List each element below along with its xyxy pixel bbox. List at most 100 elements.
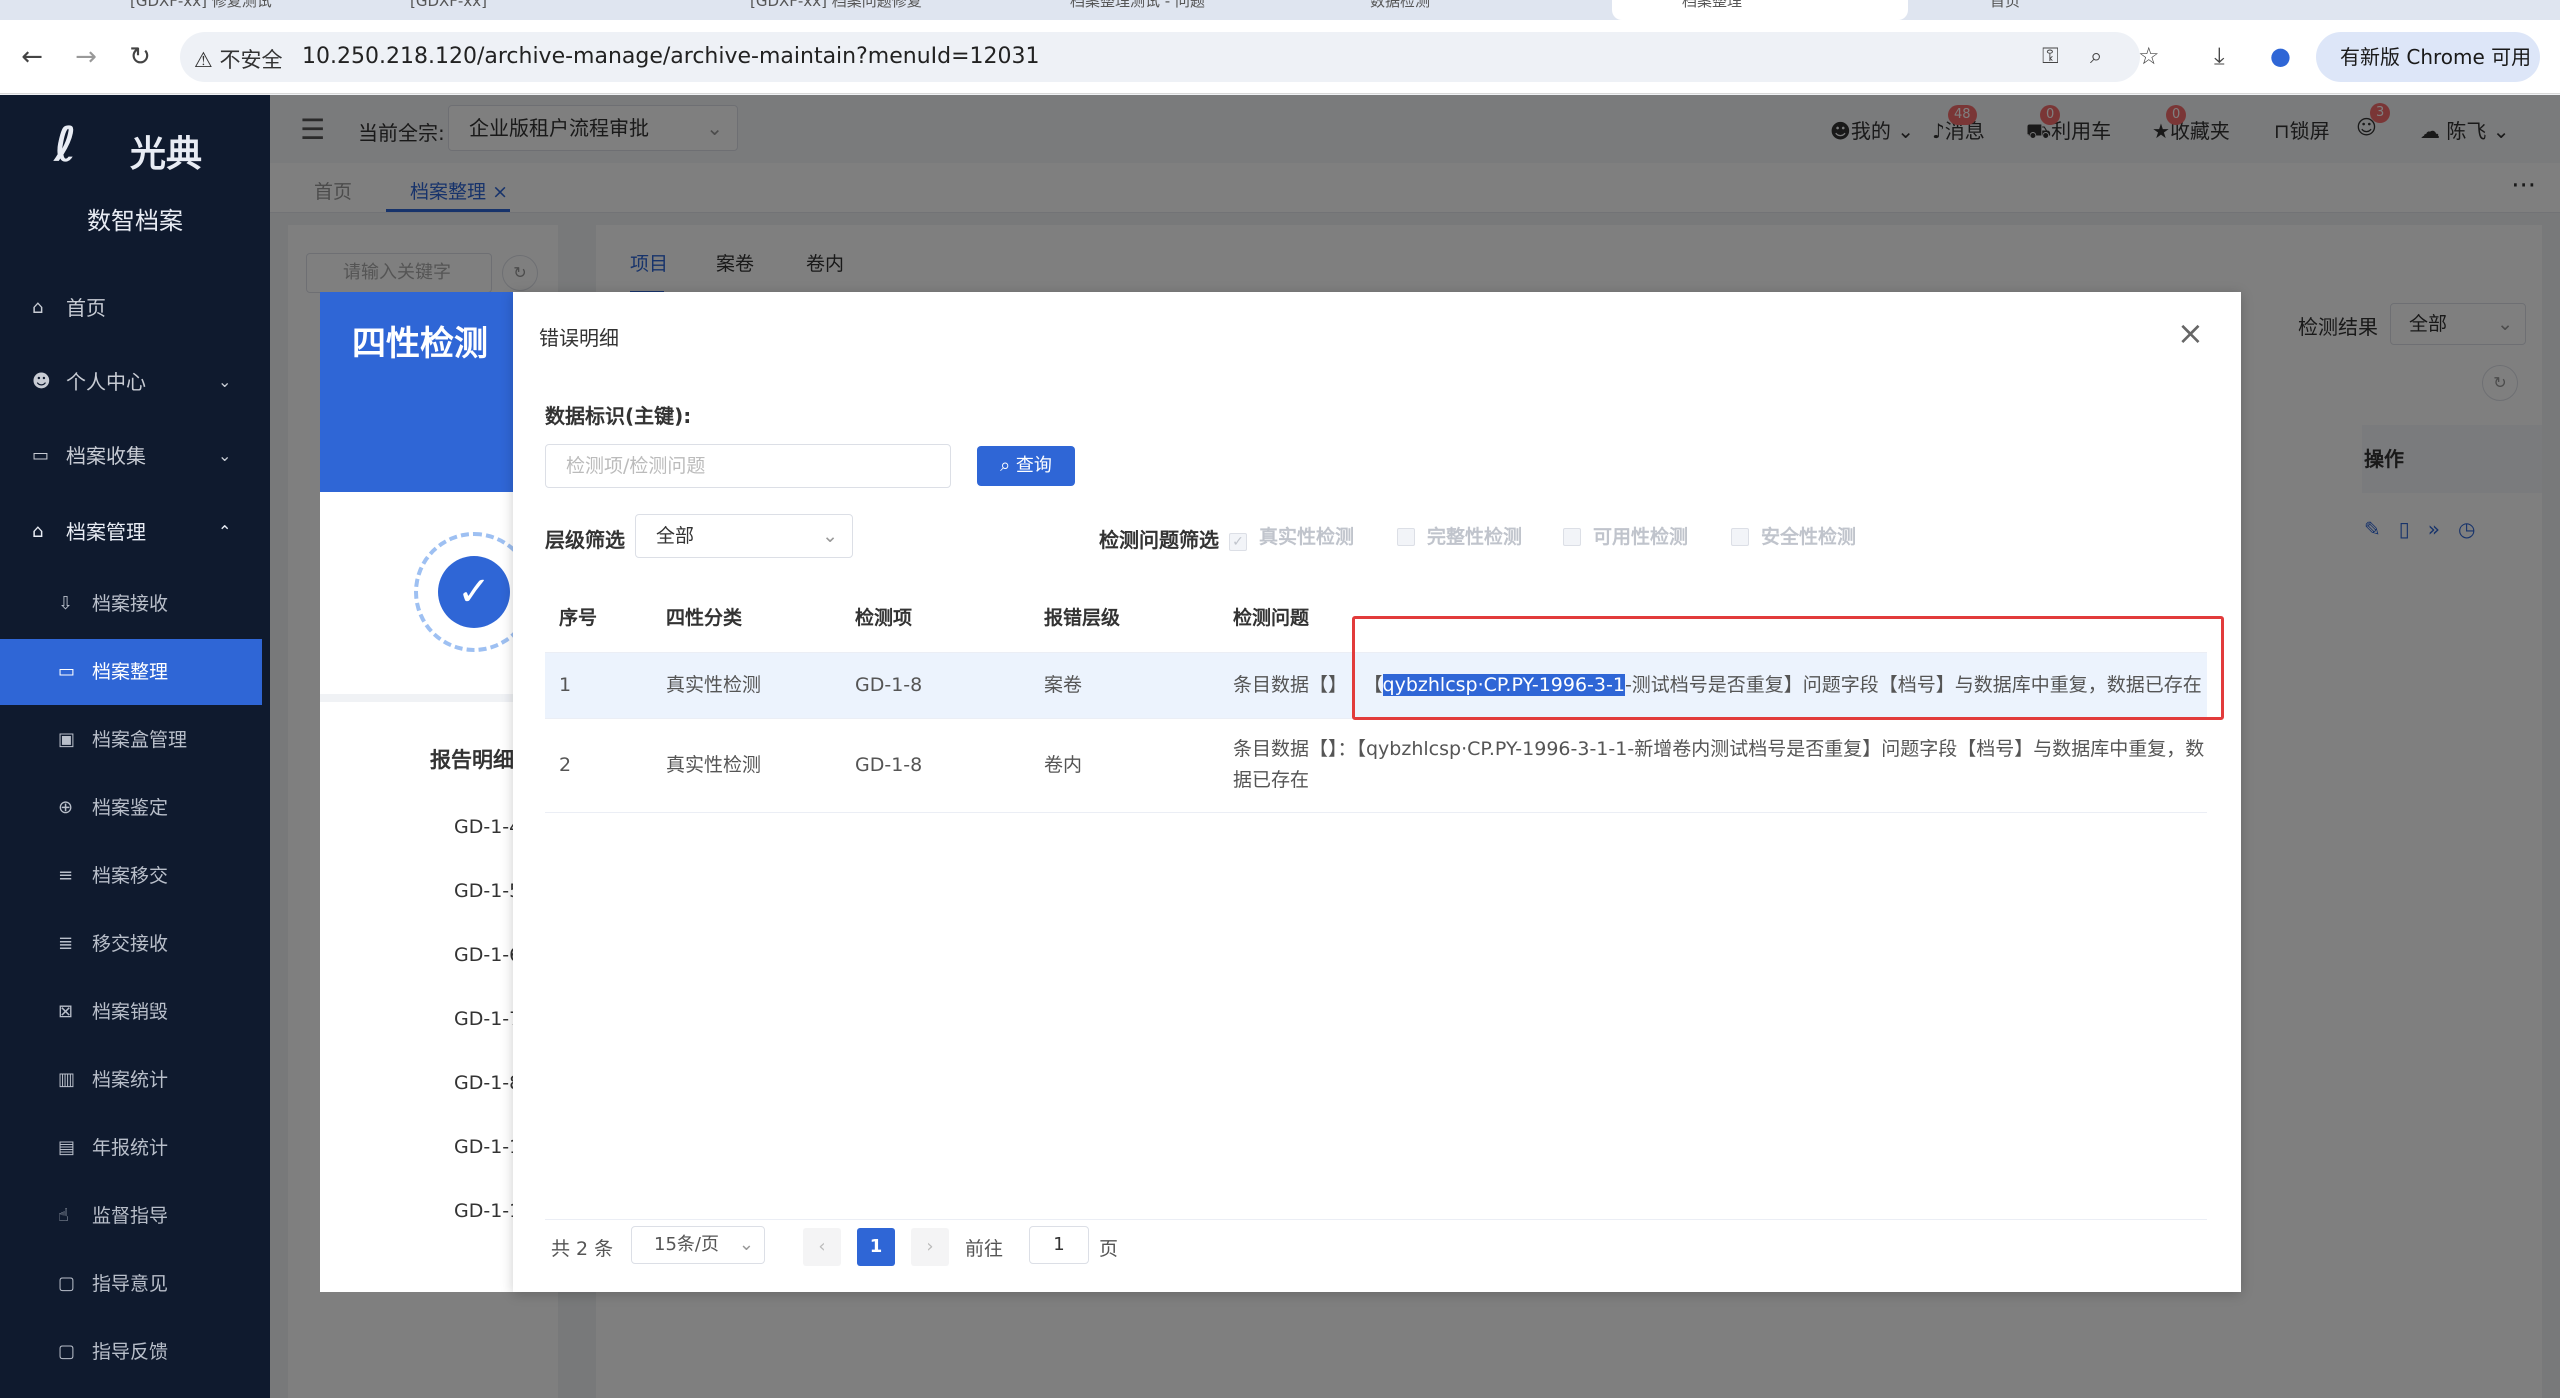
problem-filter-label: 检测问题筛选 xyxy=(1099,528,1219,552)
goto-input[interactable]: 1 xyxy=(1029,1226,1089,1264)
checkbox-box[interactable] xyxy=(1563,528,1581,546)
report-item[interactable]: GD-1-7 xyxy=(454,1008,521,1030)
checkbox-usability[interactable]: 可用性检测 xyxy=(1563,522,1688,549)
checkbox-security[interactable]: 安全性检测 xyxy=(1731,522,1856,549)
logo-text: 光典 xyxy=(130,134,203,175)
divider xyxy=(320,694,540,702)
sidebar-item-manage[interactable]: ⌂ 档案管理 ⌃ xyxy=(0,503,270,561)
level-value: 全部 xyxy=(656,525,695,547)
sidebar-item-box[interactable]: ▣ 档案盒管理 xyxy=(0,707,270,773)
goto-label: 前往 xyxy=(965,1238,1004,1260)
checkbox-box[interactable] xyxy=(1397,528,1415,546)
page-size-select[interactable]: 15条/页 ⌄ xyxy=(631,1226,765,1264)
checkbox-integrity[interactable]: 完整性检测 xyxy=(1397,522,1522,549)
sidebar-item-personal[interactable]: ☻ 个人中心 ⌄ xyxy=(0,353,270,411)
browser-tab[interactable]: [GDXF-xx] 修复测试 xyxy=(60,0,300,20)
sidebar-item-feedback[interactable]: ▢ 指导反馈 xyxy=(0,1319,270,1385)
zoom-icon[interactable]: ⌕ xyxy=(2090,44,2102,69)
sidebar-item-home[interactable]: ⌂ 首页 xyxy=(0,279,270,337)
omnibox[interactable]: ⚠ 不安全 10.250.218.120/archive-manage/arch… xyxy=(180,32,2140,82)
col-item: 检测项 xyxy=(841,582,1030,653)
checkbox-label: 真实性检测 xyxy=(1259,526,1355,548)
browser-tab[interactable]: [GDXF-xx] xyxy=(340,0,640,20)
prev-page-icon[interactable]: ‹ xyxy=(803,1228,841,1266)
level-select[interactable]: 全部 ⌄ xyxy=(635,514,853,558)
report-item[interactable]: GD-1-5 xyxy=(454,880,521,902)
browser-tab[interactable]: 首页 xyxy=(1920,0,2240,20)
browser-tab[interactable]: 数据检测 xyxy=(1300,0,1600,20)
next-page-icon[interactable]: › xyxy=(911,1228,949,1266)
sub-label: 档案移交 xyxy=(92,865,169,887)
profile-icon[interactable]: ● xyxy=(2270,42,2291,70)
pagination: 共 2 条 15条/页 ⌄ ‹ 1 › 前往 1 页 xyxy=(551,1220,2211,1270)
sub-label: 档案盒管理 xyxy=(92,729,188,751)
insecure-warning[interactable]: ⚠ 不安全 xyxy=(194,44,283,74)
download-icon[interactable]: ⤓ xyxy=(2214,42,2225,70)
sidebar-item-annual[interactable]: ▤ 年报统计 xyxy=(0,1115,270,1181)
browser-tab[interactable]: 档案整理测试 - 问题 xyxy=(1000,0,1280,20)
sidebar-item-destroy[interactable]: ⊠ 档案销毁 xyxy=(0,979,270,1045)
cell-no: 2 xyxy=(545,718,652,813)
cell-item: GD-1-8 xyxy=(841,652,1030,719)
col-level: 报错层级 xyxy=(1030,582,1219,653)
comment-icon: ▢ xyxy=(58,1341,76,1362)
report-item[interactable]: GD-1-1 xyxy=(454,1136,521,1158)
report-item[interactable]: GD-1-8 xyxy=(454,1072,521,1094)
menu-label: 个人中心 xyxy=(66,370,146,394)
cell-category: 真实性检测 xyxy=(652,652,841,719)
chevron-up-icon: ⌃ xyxy=(218,522,232,541)
list-icon: ≡ xyxy=(58,865,74,886)
report-item[interactable]: GD-1-1 xyxy=(454,1200,521,1222)
bookmark-star-icon[interactable]: ☆ xyxy=(2138,42,2160,70)
url-text[interactable]: 10.250.218.120/archive-manage/archive-ma… xyxy=(302,44,1040,69)
sidebar-item-arrange[interactable]: ▭ 档案整理 xyxy=(0,639,262,705)
sidebar-item-supervise[interactable]: ☝ 监督指导 xyxy=(0,1183,270,1249)
checkbox-box[interactable] xyxy=(1731,528,1749,546)
address-bar: ← → ↻ ⚠ 不安全 10.250.218.120/archive-manag… xyxy=(0,20,2560,119)
back-icon[interactable]: ← xyxy=(16,42,48,74)
bar-chart-icon: ▥ xyxy=(58,1069,76,1090)
sub-label: 档案统计 xyxy=(92,1069,169,1091)
sidebar-item-opinion[interactable]: ▢ 指导意见 xyxy=(0,1251,270,1317)
sub-label: 年报统计 xyxy=(92,1137,169,1159)
checkmark-icon: ✓ xyxy=(438,556,510,628)
cell-no: 1 xyxy=(545,652,652,719)
sidebar-item-transfer-receive[interactable]: ≣ 移交接收 xyxy=(0,911,270,977)
menu-label: 档案管理 xyxy=(66,520,146,544)
sidebar-item-receive[interactable]: ⇩ 档案接收 xyxy=(0,571,270,637)
key-icon[interactable]: ⚿ xyxy=(2042,44,2059,69)
sidebar-item-stats[interactable]: ▥ 档案统计 xyxy=(0,1047,270,1113)
box-icon: ▣ xyxy=(58,729,76,750)
chrome-update-button[interactable]: 有新版 Chrome 可用 ⋮ xyxy=(2316,32,2540,119)
briefcase-icon: ▭ xyxy=(32,445,50,466)
total-count: 共 2 条 xyxy=(551,1238,614,1260)
search-placeholder: 检测项/检测问题 xyxy=(566,455,706,477)
col-no: 序号 xyxy=(545,582,652,653)
cell-problem[interactable]: 条目数据【】：【qybzhlcsp·CP.PY-1996-3-1-1-新增卷内测… xyxy=(1219,718,2207,813)
sidebar-item-transfer[interactable]: ≡ 档案移交 xyxy=(0,843,270,909)
checkbox-label: 完整性检测 xyxy=(1427,526,1523,548)
page-number[interactable]: 1 xyxy=(857,1228,895,1266)
sidebar-item-collect[interactable]: ▭ 档案收集 ⌄ xyxy=(0,427,270,485)
query-button[interactable]: ⌕ 查询 xyxy=(977,446,1075,486)
four-nature-header: 四性检测 xyxy=(320,292,540,492)
key-label: 数据标识(主键): xyxy=(545,404,692,428)
checkbox-authenticity[interactable]: ✓ 真实性检测 xyxy=(1229,522,1354,551)
checkbox-box[interactable]: ✓ xyxy=(1229,533,1247,551)
report-item[interactable]: GD-1-4 xyxy=(454,816,521,838)
cell-level: 卷内 xyxy=(1030,718,1219,813)
close-icon[interactable]: × xyxy=(2177,314,2204,352)
list-check-icon: ≣ xyxy=(58,933,74,954)
update-label: 有新版 Chrome 可用 xyxy=(2340,45,2532,69)
browser-tab-active[interactable]: 档案整理 xyxy=(1612,0,1908,20)
menu-label: 首页 xyxy=(66,296,106,320)
search-input[interactable]: 检测项/检测问题 xyxy=(545,444,951,488)
cell-level: 案卷 xyxy=(1030,652,1219,719)
sidebar-item-appraise[interactable]: ⊕ 档案鉴定 xyxy=(0,775,270,841)
forward-icon[interactable]: → xyxy=(70,42,102,74)
reload-icon[interactable]: ↻ xyxy=(124,42,156,74)
report-item[interactable]: GD-1-6 xyxy=(454,944,521,966)
table-row[interactable]: 2 真实性检测 GD-1-8 卷内 条目数据【】：【qybzhlcsp·CP.P… xyxy=(545,718,2207,813)
browser-tab[interactable]: [GDXF-xx] 档案问题修复 xyxy=(680,0,980,20)
insecure-label: 不安全 xyxy=(219,48,283,72)
